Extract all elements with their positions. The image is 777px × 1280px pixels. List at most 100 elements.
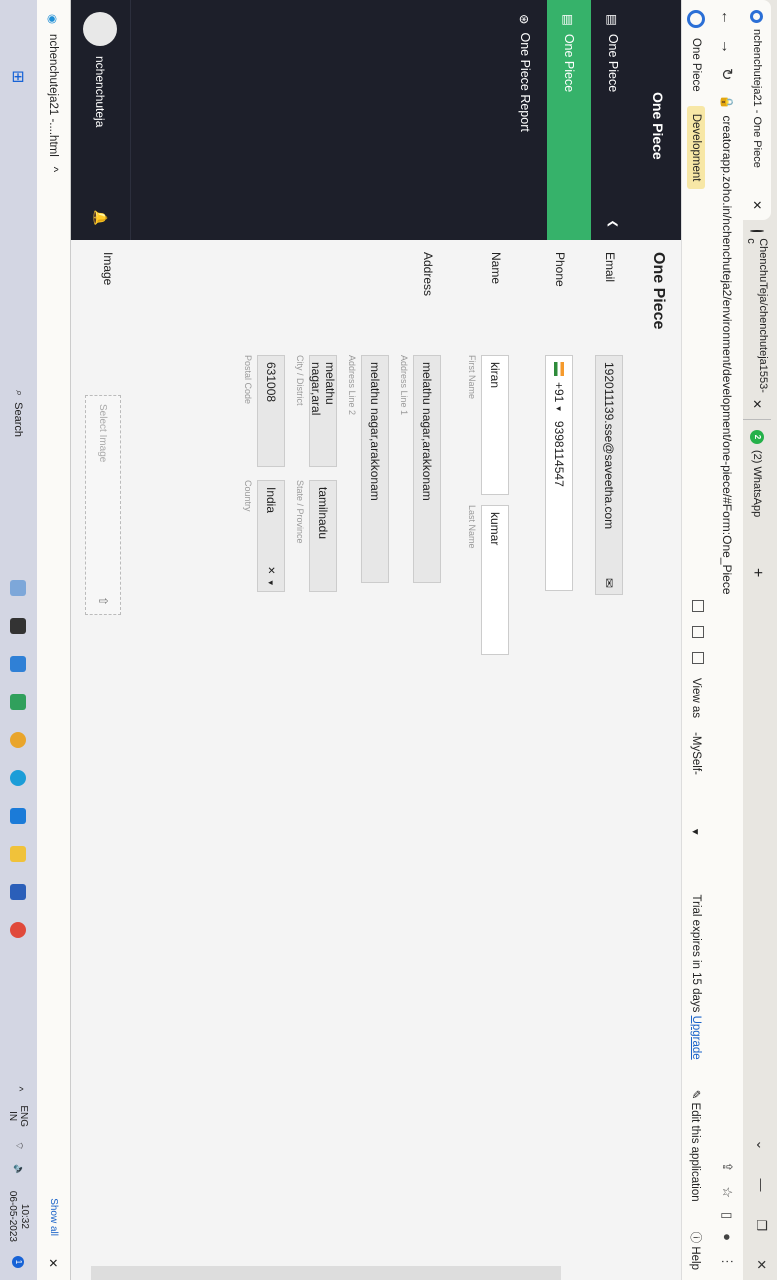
address-label: Address xyxy=(421,252,435,297)
time: 10:32 xyxy=(19,1203,31,1229)
chat-icon[interactable] xyxy=(10,656,27,672)
sidebar-item-one-piece-section[interactable]: ▤ One Piece ❮ xyxy=(591,0,635,240)
tab-github[interactable]: ChenchuTeja/chenchuteja1553-c ✕ xyxy=(743,220,771,420)
taskview-icon[interactable] xyxy=(10,618,27,634)
desktop-view-icon[interactable] xyxy=(689,600,704,612)
email-value: 192011139.sse@saveetha.com xyxy=(602,362,616,530)
tab-zoho[interactable]: nchenchuteja21 - One Piece ✕ xyxy=(743,0,771,220)
view-as-select[interactable]: -MySelf- xyxy=(691,732,703,775)
file-explorer-icon[interactable] xyxy=(10,846,27,862)
minimize-icon[interactable]: — xyxy=(753,1178,769,1191)
bell-icon[interactable]: 🔔 xyxy=(93,210,109,226)
address-line1-field[interactable]: melathu nagar,arakkonam xyxy=(413,355,441,583)
new-tab-button[interactable]: + xyxy=(743,568,771,577)
whatsapp-badge-icon: 2 xyxy=(750,430,764,444)
postal-code-field[interactable]: 631008 xyxy=(257,355,285,467)
help-button[interactable]: ⓘ Help xyxy=(689,1232,705,1270)
close-tab-icon[interactable]: ✕ xyxy=(750,200,764,210)
phone-label: Phone xyxy=(553,252,567,287)
address-line2-field[interactable]: melathu nagar,arakkonam xyxy=(361,355,389,583)
chevron-down-icon[interactable]: ▾ xyxy=(266,580,277,585)
wifi-icon[interactable]: ⌔ xyxy=(12,1141,25,1150)
close-tab-icon[interactable]: ✕ xyxy=(750,399,764,409)
phone-view-icon[interactable] xyxy=(689,652,704,664)
help-icon: ⓘ xyxy=(689,1231,702,1244)
restore-icon[interactable]: ❐ xyxy=(753,1219,769,1231)
country-code[interactable]: +91 xyxy=(552,382,566,402)
trial-text: Trial expires in 15 days xyxy=(690,894,703,1013)
zoho-creator-logo-icon[interactable] xyxy=(687,10,706,28)
last-name-field[interactable]: kumar xyxy=(481,505,509,655)
tab-whatsapp[interactable]: 2 (2) WhatsApp xyxy=(743,420,771,560)
chevron-up-icon[interactable]: ❮ xyxy=(608,220,619,228)
upgrade-link[interactable]: Upgrade xyxy=(691,1016,703,1060)
word-icon[interactable] xyxy=(10,884,27,900)
browser-toolbar: ⇪ ☆ ▯ ● ⋮ xyxy=(719,1161,735,1280)
chevron-down-icon[interactable]: ▾ xyxy=(690,829,704,835)
country-select[interactable]: India ✕ ▾ xyxy=(257,480,285,592)
city-caption: City / District xyxy=(295,355,305,406)
city-field[interactable]: melathu nagar,aral xyxy=(309,355,337,467)
store-icon[interactable] xyxy=(10,694,27,710)
first-name-field[interactable]: kiran xyxy=(481,355,509,495)
url-input[interactable]: 🔒 creatorapp.zoho.in/nchenchuteja2/envir… xyxy=(715,95,739,1148)
star-icon[interactable]: ☆ xyxy=(719,1186,735,1198)
lang-code: ENG xyxy=(18,1105,30,1127)
copilot-icon[interactable] xyxy=(10,580,27,596)
image-upload-field[interactable]: Select Image ⇧ xyxy=(85,395,121,615)
view-controls: View as -MySelf- ▾ xyxy=(689,600,704,835)
sidebar-item-one-piece-form[interactable]: ▤ One Piece xyxy=(547,0,591,240)
chrome-icon[interactable] xyxy=(10,732,27,748)
sidebar-item-label: One Piece Report xyxy=(518,32,532,132)
url-text: creatorapp.zoho.in/nchenchuteja2/environ… xyxy=(720,115,734,595)
environment-badge[interactable]: Development xyxy=(687,105,706,190)
back-icon[interactable]: ← xyxy=(719,10,736,25)
window-controls: ⌄ — ❐ ✕ xyxy=(753,1140,769,1270)
tab-title: (2) WhatsApp xyxy=(751,450,763,518)
share-icon[interactable]: ⇪ xyxy=(719,1161,735,1172)
reload-icon[interactable]: ↻ xyxy=(718,68,736,81)
close-downloads-icon[interactable]: ✕ xyxy=(47,1258,61,1268)
sidebar-item-one-piece-report[interactable]: ⊛ One Piece Report xyxy=(503,0,547,240)
email-field[interactable]: 192011139.sse@saveetha.com ✉ xyxy=(595,355,623,595)
chevron-up-icon[interactable]: ^ xyxy=(48,167,60,172)
address-line2-value: melathu nagar,arakkonam xyxy=(368,362,382,501)
address-line1-value: melathu nagar,arakkonam xyxy=(420,362,434,501)
chrome-profile-icon[interactable] xyxy=(10,922,27,938)
show-all-link[interactable]: Show all xyxy=(48,1198,59,1236)
clock[interactable]: 10:32 06-05-2023 xyxy=(7,1191,31,1242)
chevron-down-icon[interactable]: ▾ xyxy=(554,406,565,411)
tablet-view-icon[interactable] xyxy=(689,626,704,638)
email-label: Email xyxy=(603,252,617,283)
taskbar-search[interactable]: ⌕ Search xyxy=(12,390,26,437)
form-title: One Piece xyxy=(650,252,667,330)
last-name-caption: Last Name xyxy=(467,505,477,549)
sidebar-item-label: One Piece xyxy=(562,33,576,93)
profile-icon[interactable]: ● xyxy=(719,1233,735,1241)
app-name[interactable]: One Piece xyxy=(691,38,703,92)
language-indicator[interactable]: ENG IN xyxy=(8,1105,30,1127)
menu-icon[interactable]: ⋮ xyxy=(719,1255,735,1268)
user-profile[interactable]: nchenchuteja 🔔 xyxy=(71,0,131,240)
upload-icon[interactable]: ⇧ xyxy=(96,596,110,606)
tab-search-icon[interactable]: ⌄ xyxy=(753,1140,769,1151)
state-field[interactable]: tamilnadu xyxy=(309,480,337,592)
header-right: Trial expires in 15 days Upgrade ✎ Edit … xyxy=(689,895,705,1270)
edit-application-button[interactable]: ✎ Edit this application xyxy=(690,1090,704,1202)
sidepanel-icon[interactable]: ▯ xyxy=(719,1212,735,1219)
image-placeholder: Select Image xyxy=(97,404,109,463)
notification-badge[interactable]: 1 xyxy=(12,1256,25,1268)
download-item[interactable]: nchenchuteja21 -....html xyxy=(48,34,60,157)
forward-icon[interactable]: → xyxy=(719,39,736,54)
phone-field[interactable]: +91 ▾ 9398114547 xyxy=(545,355,573,591)
close-window-icon[interactable]: ✕ xyxy=(753,1259,769,1270)
first-name-caption: First Name xyxy=(467,355,477,400)
trial-notice: Trial expires in 15 days Upgrade xyxy=(691,895,703,1060)
clear-icon[interactable]: ✕ xyxy=(266,566,277,574)
scrollbar[interactable] xyxy=(91,1266,561,1280)
volume-icon[interactable]: 🔈 xyxy=(13,1164,24,1176)
chevron-up-icon[interactable]: ^ xyxy=(13,1087,24,1092)
windows-start-icon[interactable]: ⊞ xyxy=(9,70,29,83)
mail-app-icon[interactable] xyxy=(10,808,27,824)
edge-icon[interactable] xyxy=(10,770,27,786)
